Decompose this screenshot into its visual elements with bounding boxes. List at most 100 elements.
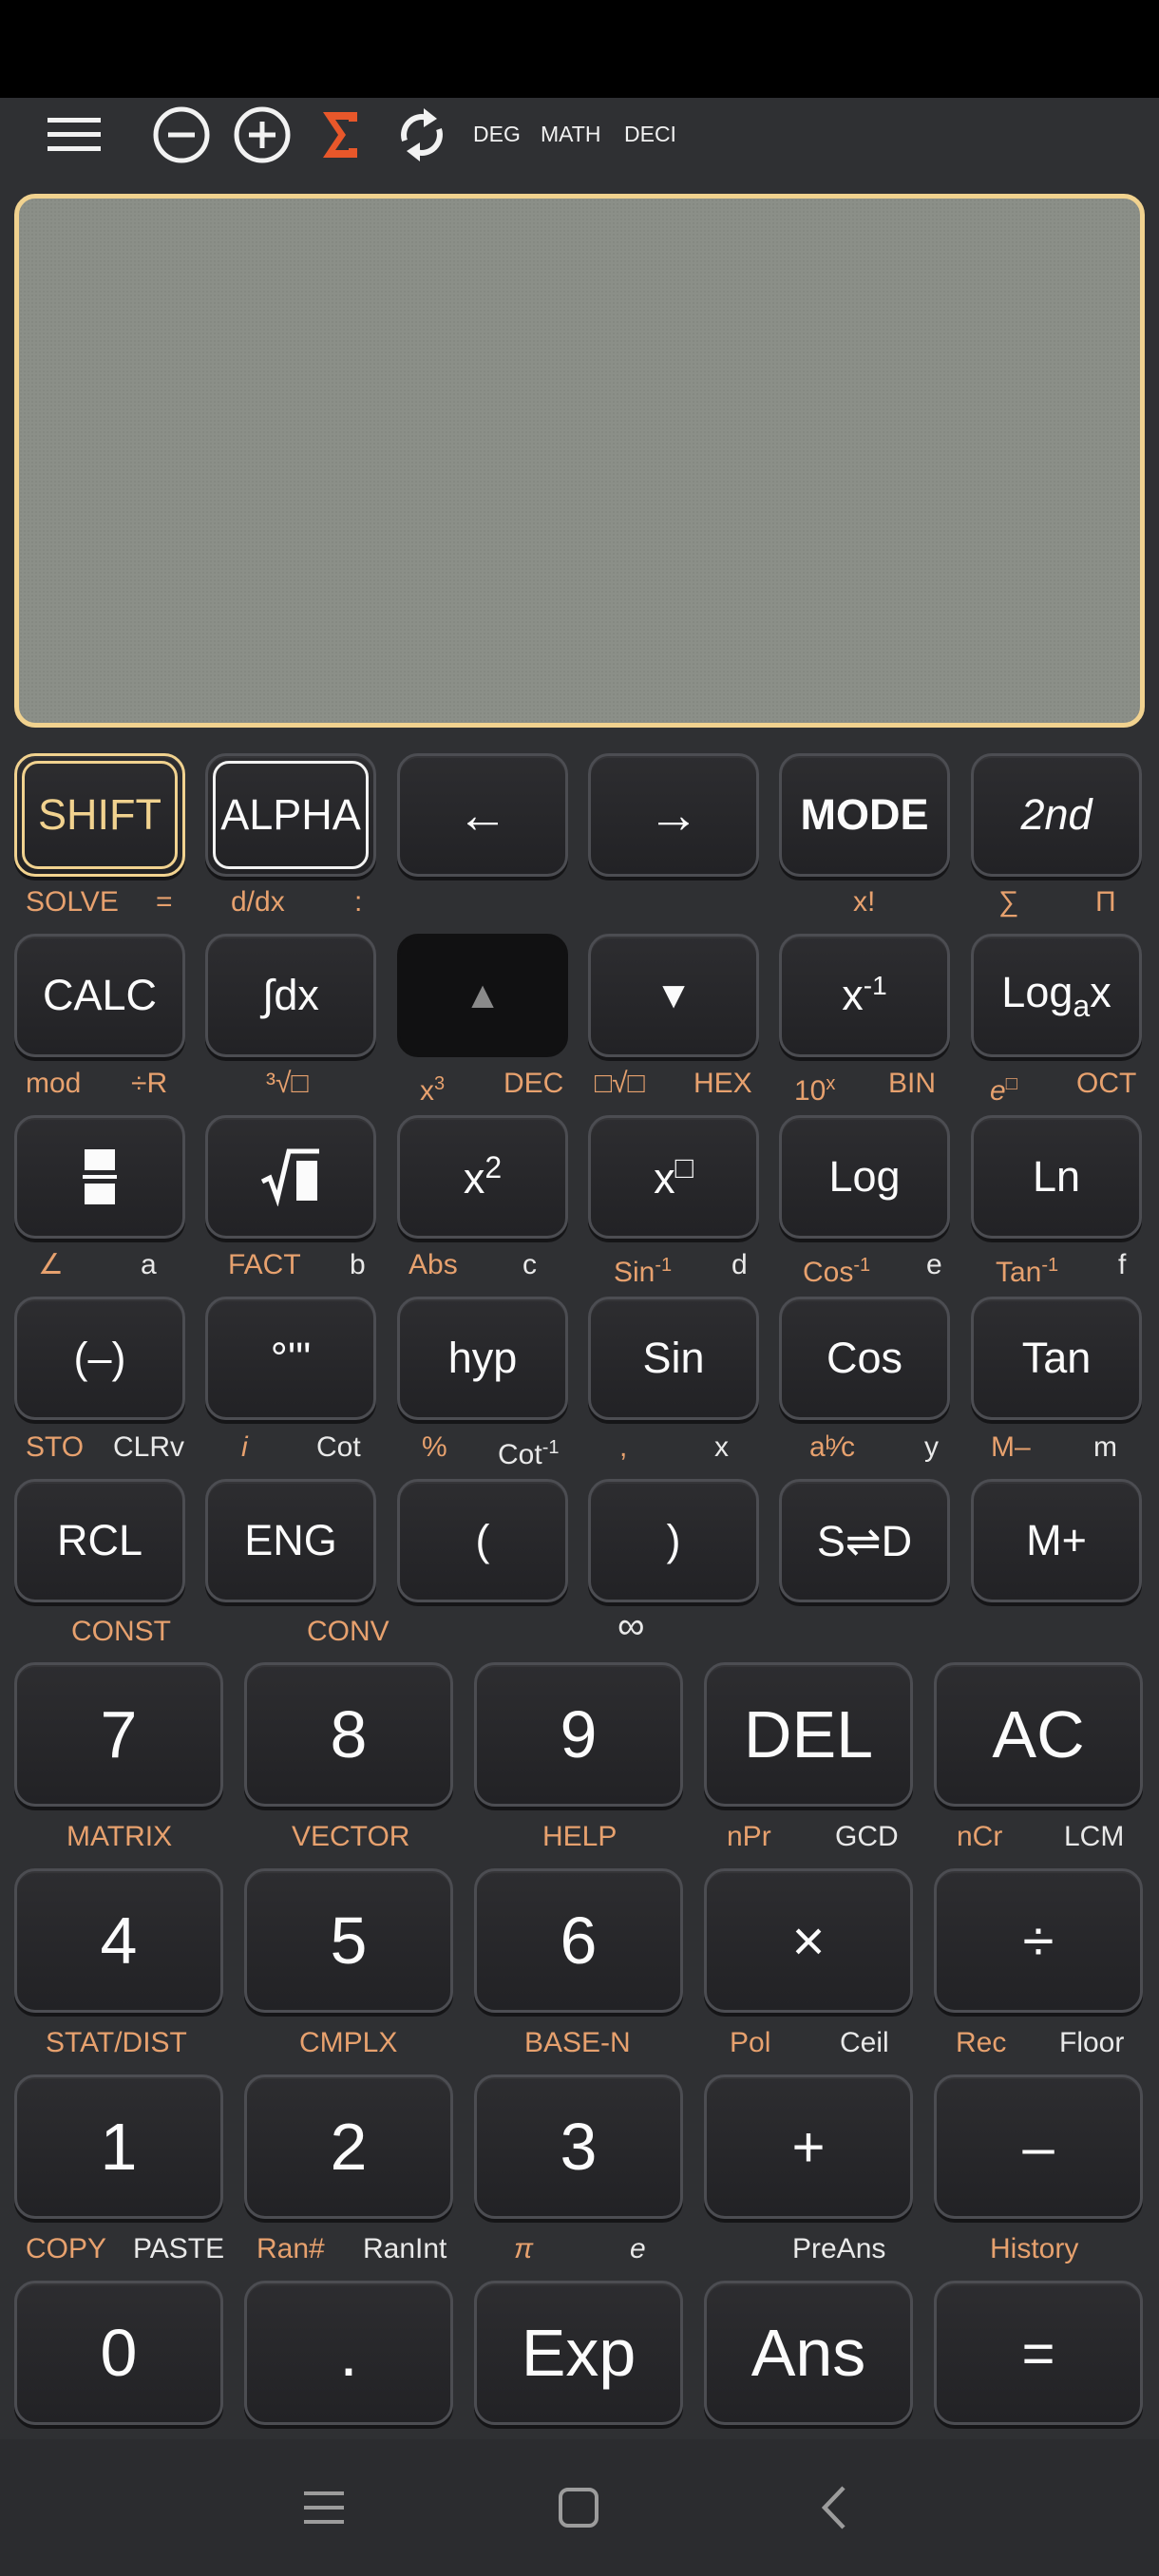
x-cubed-sup: 3 xyxy=(434,1073,446,1094)
ten-power-label: 10x xyxy=(794,1067,835,1108)
minus-label: – xyxy=(1022,2114,1054,2179)
pi-label: π xyxy=(514,2233,534,2264)
digit-4-key[interactable]: 4 xyxy=(14,1868,223,2013)
ans-key[interactable]: Ans xyxy=(704,2281,913,2425)
digit-5-key[interactable]: 5 xyxy=(244,1868,453,2013)
digit-3-label: 3 xyxy=(560,2110,598,2184)
sin-key[interactable]: Sin xyxy=(588,1297,759,1420)
angle-mode-indicator: DEG xyxy=(473,122,521,146)
e-power-sup: □ xyxy=(1005,1073,1017,1094)
m-plus-key[interactable]: M+ xyxy=(971,1479,1142,1602)
delete-key-label: DEL xyxy=(743,1697,874,1771)
digit-1-key[interactable]: 1 xyxy=(14,2074,223,2219)
div-remainder-label: ÷R xyxy=(131,1068,168,1099)
cursor-right-key[interactable]: → xyxy=(588,753,759,877)
delete-key[interactable]: DEL xyxy=(704,1662,913,1807)
menu-icon[interactable] xyxy=(44,98,104,171)
digit-9-key[interactable]: 9 xyxy=(474,1662,683,1807)
digit-2-key[interactable]: 2 xyxy=(244,2074,453,2219)
circle-plus-icon[interactable] xyxy=(231,98,294,171)
circle-minus-icon[interactable] xyxy=(150,98,213,171)
equals-key[interactable]: = xyxy=(934,2281,1143,2425)
e-power-base: e xyxy=(990,1075,1006,1107)
calculator-display[interactable] xyxy=(14,194,1145,728)
rec-label: Rec xyxy=(956,2027,1007,2058)
history-label: History xyxy=(990,2233,1079,2264)
paste-label: PASTE xyxy=(133,2233,225,2264)
log-base-key-label: Logax xyxy=(1001,968,1111,1024)
hyp-key-label: hyp xyxy=(447,1334,518,1382)
copy-label: COPY xyxy=(26,2233,107,2264)
loga-x: x xyxy=(1090,967,1112,1016)
inverse-key[interactable]: x-1 xyxy=(779,934,950,1057)
multiply-key[interactable]: × xyxy=(704,1868,913,2013)
digit-8-key[interactable]: 8 xyxy=(244,1662,453,1807)
divide-key[interactable]: ÷ xyxy=(934,1868,1143,2013)
s-d-toggle-key[interactable]: S⇌D xyxy=(779,1479,950,1602)
var-d-label: d xyxy=(732,1249,748,1280)
recents-icon[interactable] xyxy=(294,2439,353,2576)
open-paren-label: ( xyxy=(475,1516,490,1564)
multiply-label: × xyxy=(791,1908,826,1973)
ln-key-label: Ln xyxy=(1032,1152,1081,1201)
pol-label: Pol xyxy=(730,2027,771,2058)
loga-sub: a xyxy=(1073,988,1091,1023)
power-key[interactable]: x□ xyxy=(588,1115,759,1239)
minus-key[interactable]: – xyxy=(934,2074,1143,2219)
cot-label: Cot xyxy=(316,1431,361,1463)
refresh-icon[interactable] xyxy=(393,98,450,171)
e-power-label: e□ xyxy=(990,1067,1017,1108)
negative-key[interactable]: (–) xyxy=(14,1297,185,1420)
digit-7-key[interactable]: 7 xyxy=(14,1662,223,1807)
conv-label: CONV xyxy=(307,1616,390,1647)
log-key[interactable]: Log xyxy=(779,1115,950,1239)
cursor-up-key[interactable]: ▲ xyxy=(397,934,568,1057)
fact-label: FACT xyxy=(228,1249,301,1280)
status-bar xyxy=(0,0,1159,98)
square-key[interactable]: x2 xyxy=(397,1115,568,1239)
square-root-key[interactable] xyxy=(205,1115,376,1239)
digit-6-key[interactable]: 6 xyxy=(474,1868,683,2013)
square-key-label: x2 xyxy=(464,1150,502,1203)
second-function-key[interactable]: 2nd xyxy=(971,753,1142,877)
degrees-key[interactable]: °'" xyxy=(205,1297,376,1420)
digit-3-key[interactable]: 3 xyxy=(474,2074,683,2219)
negative-key-label: (–) xyxy=(73,1334,126,1382)
eng-key-label: ENG xyxy=(244,1516,337,1564)
alpha-key[interactable]: ALPHA xyxy=(205,753,376,877)
back-icon[interactable] xyxy=(804,2439,863,2576)
all-clear-key[interactable]: AC xyxy=(934,1662,1143,1807)
abs-label: Abs xyxy=(408,1249,458,1280)
calc-key[interactable]: CALC xyxy=(14,934,185,1057)
cursor-down-key[interactable]: ▼ xyxy=(588,934,759,1057)
arctan-sup: -1 xyxy=(1041,1255,1059,1276)
fraction-key[interactable] xyxy=(14,1115,185,1239)
exp-key[interactable]: Exp xyxy=(474,2281,683,2425)
digit-8-label: 8 xyxy=(330,1697,368,1771)
bin-label: BIN xyxy=(888,1068,937,1099)
decimal-point-key[interactable]: . xyxy=(244,2281,453,2425)
cursor-left-key[interactable]: ← xyxy=(397,753,568,877)
hyp-key[interactable]: hyp xyxy=(397,1297,568,1420)
close-paren-key[interactable]: ) xyxy=(588,1479,759,1602)
open-paren-key[interactable]: ( xyxy=(397,1479,568,1602)
eng-key[interactable]: ENG xyxy=(205,1479,376,1602)
mode-key[interactable]: MODE xyxy=(779,753,950,877)
sum-label: ∑ xyxy=(998,886,1019,918)
clrv-label: CLRv xyxy=(113,1431,185,1463)
sigma-icon[interactable] xyxy=(317,98,363,171)
plus-key[interactable]: + xyxy=(704,2074,913,2219)
down-triangle-icon: ▼ xyxy=(655,974,693,1016)
home-icon[interactable] xyxy=(549,2439,608,2576)
number-format-indicator: DECI xyxy=(624,122,676,146)
digit-0-key[interactable]: 0 xyxy=(14,2281,223,2425)
base-n-label: BASE-N xyxy=(524,2027,631,2058)
integral-key[interactable]: ∫dx xyxy=(205,934,376,1057)
shift-key[interactable]: SHIFT xyxy=(14,753,185,877)
log-base-key[interactable]: Logax xyxy=(971,934,1142,1057)
cos-key[interactable]: Cos xyxy=(779,1297,950,1420)
ln-key[interactable]: Ln xyxy=(971,1115,1142,1239)
rcl-key[interactable]: RCL xyxy=(14,1479,185,1602)
tan-key[interactable]: Tan xyxy=(971,1297,1142,1420)
floor-label: Floor xyxy=(1059,2027,1125,2058)
